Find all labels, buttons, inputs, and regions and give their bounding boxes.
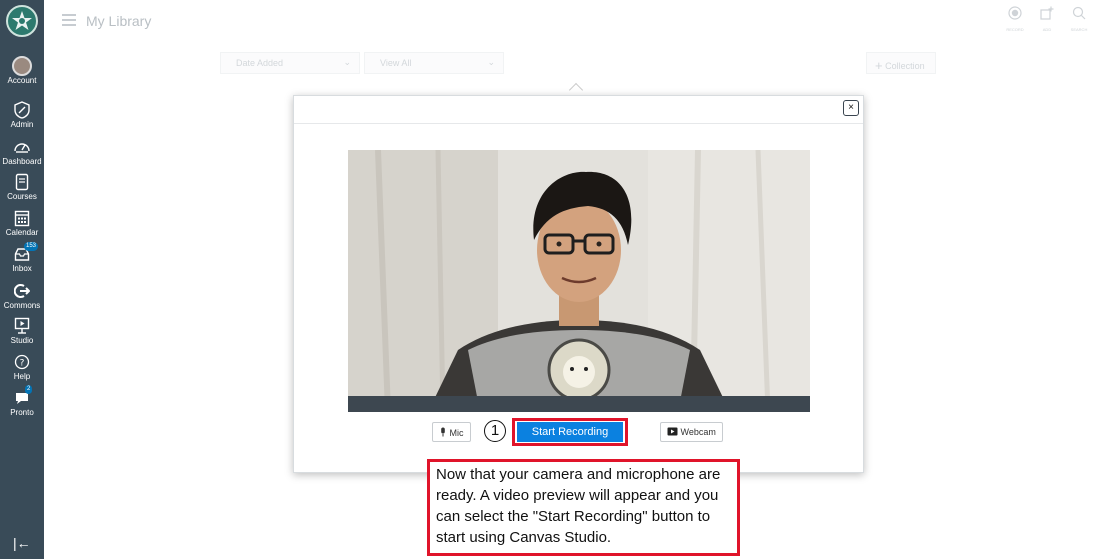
- nav-item-dashboard[interactable]: Dashboard: [0, 137, 44, 166]
- nav-item-label: Courses: [7, 192, 37, 201]
- help-icon: ?: [14, 354, 30, 370]
- collapse-nav-icon[interactable]: |←: [13, 535, 31, 551]
- nav-item-studio[interactable]: Studio: [0, 316, 44, 345]
- webcam-feed-image: [348, 150, 810, 412]
- nav-item-help[interactable]: ? Help: [0, 352, 44, 381]
- nav-item-label: Commons: [3, 301, 41, 310]
- record-modal: × Mic 1 Start Recording Webcam: [293, 95, 864, 473]
- shield-icon: [14, 101, 30, 119]
- book-icon: [15, 173, 29, 191]
- nav-item-courses[interactable]: Courses: [0, 172, 44, 201]
- nav-item-label: Pronto: [10, 408, 34, 417]
- modal-header: ×: [294, 96, 863, 124]
- webcam-icon: [667, 427, 678, 436]
- unread-count-badge: 153: [24, 242, 39, 251]
- nav-item-account[interactable]: Account: [0, 56, 44, 85]
- nav-item-inbox[interactable]: 153 Inbox: [0, 242, 44, 273]
- mic-button[interactable]: Mic: [432, 422, 471, 442]
- instruction-callout: Now that your camera and microphone are …: [427, 459, 740, 556]
- nav-item-admin[interactable]: Admin: [0, 100, 44, 129]
- star-logo-icon: [12, 11, 32, 30]
- nav-item-label: Account: [7, 76, 37, 85]
- nav-item-pronto[interactable]: 2 Pronto: [0, 385, 44, 417]
- webcam-button[interactable]: Webcam: [660, 422, 723, 442]
- avatar: [12, 56, 32, 76]
- nav-item-label: Inbox: [12, 264, 32, 273]
- calendar-icon: [14, 210, 30, 227]
- close-button[interactable]: ×: [843, 100, 859, 116]
- nav-item-label: Studio: [10, 336, 34, 345]
- nav-item-commons[interactable]: Commons: [0, 281, 44, 310]
- preview-status-bar: [348, 396, 810, 412]
- microphone-icon: [441, 427, 445, 437]
- webcam-preview: [348, 150, 810, 412]
- nav-item-label: Dashboard: [2, 157, 42, 166]
- nav-item-calendar[interactable]: Calendar: [0, 208, 44, 237]
- step-number-marker: 1: [484, 420, 506, 442]
- dashboard-icon: [14, 143, 30, 153]
- commons-icon: [14, 284, 30, 298]
- nav-item-label: Admin: [10, 120, 34, 129]
- global-nav: Account Admin Dashboard Courses Calendar…: [0, 0, 44, 559]
- webcam-label: Webcam: [680, 427, 716, 437]
- start-recording-button[interactable]: Start Recording: [517, 422, 623, 442]
- svg-text:?: ?: [20, 359, 25, 369]
- studio-icon: [14, 317, 30, 334]
- nav-item-label: Help: [13, 372, 31, 381]
- institution-logo[interactable]: [6, 5, 38, 37]
- mic-label: Mic: [449, 428, 464, 438]
- nav-item-label: Calendar: [5, 228, 39, 237]
- notification-badge: 2: [25, 385, 33, 394]
